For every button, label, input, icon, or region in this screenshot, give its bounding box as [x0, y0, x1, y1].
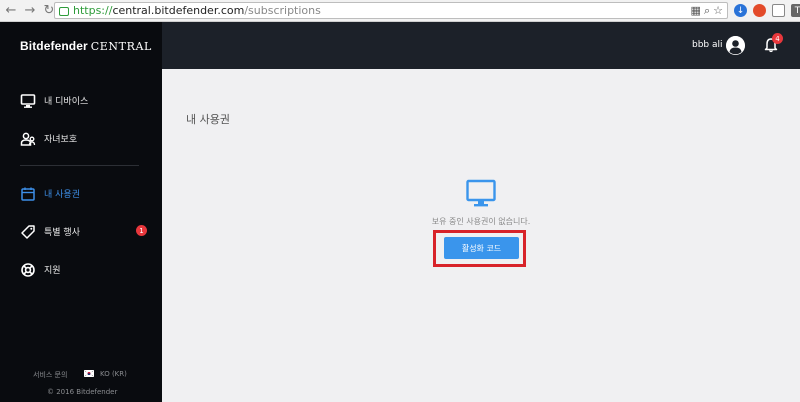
parental-control-icon [20, 132, 36, 146]
lock-icon [59, 7, 69, 16]
copyright-text: © 2016 Bitdefender [47, 388, 118, 396]
sidebar-item-my-devices[interactable]: 내 디바이스 [0, 89, 162, 113]
sidebar: Bitdefender CENTRAL 내 디바이스 자녀보호 내 사용권 특별… [0, 22, 162, 402]
url-host: central.bitdefender.com [112, 4, 245, 17]
t-extension-icon[interactable]: T [791, 4, 800, 17]
sidebar-item-label: 지원 [44, 266, 61, 276]
browser-toolbar: ← → ↻ https://central.bitdefender.com/su… [0, 0, 800, 22]
url-path: /subscriptions [244, 4, 321, 17]
sidebar-item-label: 내 디바이스 [44, 97, 89, 107]
sidebar-item-parental-control[interactable]: 자녀보호 [0, 127, 162, 151]
empty-state-message: 보유 중인 사용권이 없습니다. [431, 217, 531, 226]
sidebar-divider [20, 165, 139, 166]
service-inquiry-link[interactable]: 서비스 문의 [33, 370, 67, 380]
sidebar-item-support[interactable]: 지원 [0, 258, 162, 282]
url-scheme: https:// [73, 4, 113, 17]
address-bar[interactable]: https://central.bitdefender.com/subscrip… [54, 2, 728, 19]
sidebar-item-label: 자녀보호 [44, 135, 78, 145]
brand-name: Bitdefender [20, 39, 88, 53]
lifebuoy-icon [21, 263, 35, 277]
translate-icon[interactable]: ▦ [691, 4, 701, 18]
monitor-icon [20, 94, 36, 108]
calendar-icon [21, 187, 35, 201]
main-content: 내 사용권 보유 중인 사용권이 없습니다. 활성화 코드 [162, 69, 800, 402]
special-offers-badge: 1 [136, 225, 147, 236]
zoom-icon[interactable]: ⌕ [704, 4, 710, 18]
avatar[interactable] [726, 36, 745, 55]
tag-icon [21, 225, 35, 239]
sidebar-item-special-offers[interactable]: 특별 행사 1 [0, 220, 162, 244]
sidebar-item-my-subscriptions[interactable]: 내 사용권 [0, 182, 162, 206]
sidebar-item-label: 특별 행사 [44, 228, 80, 238]
cast-icon[interactable] [772, 4, 785, 17]
language-selector[interactable]: KO (KR) [100, 370, 127, 378]
top-header: bbb ali 4 [162, 22, 800, 69]
activation-code-button[interactable]: 활성화 코드 [444, 237, 519, 259]
extension-icon[interactable] [753, 4, 766, 17]
sidebar-footer: 서비스 문의 KO (KR) [0, 368, 162, 382]
download-extension-icon[interactable]: ↓ [734, 4, 747, 17]
sidebar-item-label: 내 사용권 [44, 190, 80, 200]
page-title: 내 사용권 [186, 113, 230, 126]
brand-suffix: CENTRAL [90, 40, 152, 53]
notification-badge: 4 [772, 33, 783, 44]
korea-flag-icon [84, 370, 94, 377]
brand-logo[interactable]: Bitdefender CENTRAL [20, 39, 152, 53]
user-name[interactable]: bbb ali [692, 40, 723, 50]
forward-icon[interactable]: → [22, 3, 38, 19]
back-icon[interactable]: ← [3, 3, 19, 19]
monitor-icon [466, 179, 496, 207]
bookmark-star-icon[interactable]: ☆ [713, 4, 723, 18]
